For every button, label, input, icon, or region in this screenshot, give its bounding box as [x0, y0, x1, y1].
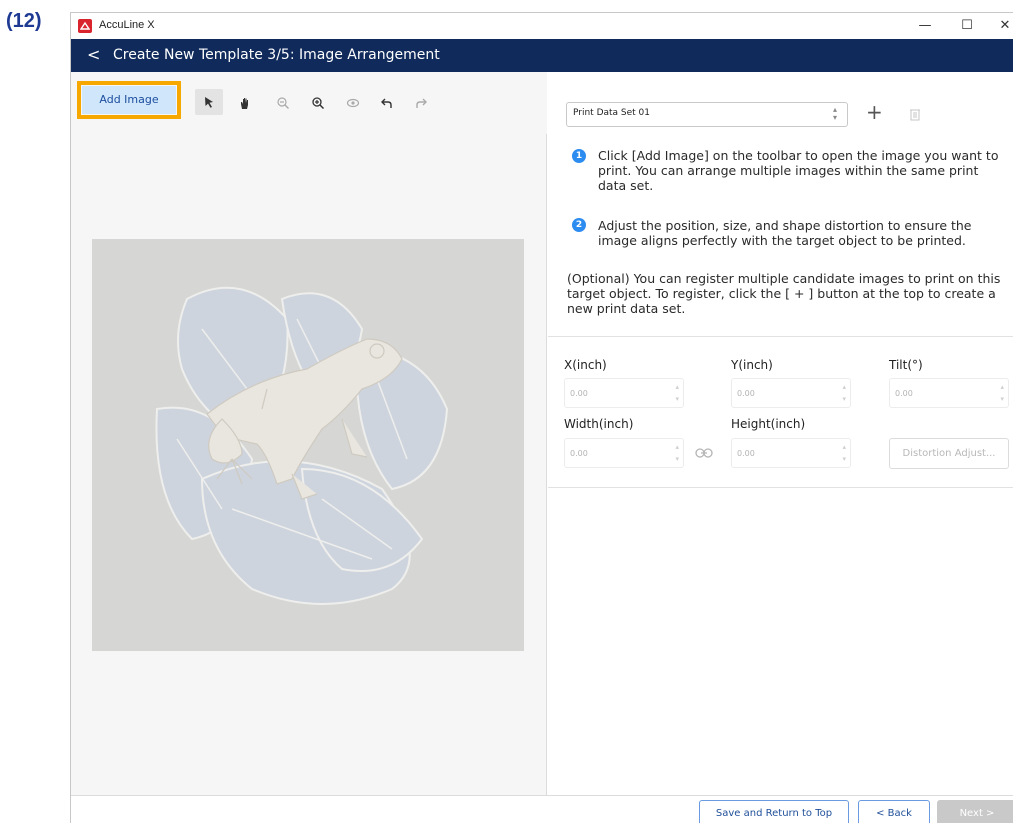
height-input[interactable]: 0.00 ▴ ▾: [731, 438, 851, 468]
decrement-icon[interactable]: ▾: [842, 396, 846, 403]
page-header: < Create New Template 3/5: Image Arrange…: [71, 39, 1013, 72]
app-logo-icon: [78, 19, 92, 33]
back-button[interactable]: < Back: [858, 800, 930, 823]
width-input[interactable]: 0.00 ▴ ▾: [564, 438, 684, 468]
x-label: X(inch): [564, 358, 607, 372]
app-window: AccuLine X — ☐ ✕ < Create New Template 3…: [70, 12, 1013, 823]
instruction-optional: (Optional) You can register multiple can…: [567, 271, 1001, 316]
settings-pane: Print Data Set 01 ▴ ▾ + 1 Click [Add Imag…: [548, 72, 1013, 795]
height-value: 0.00: [737, 449, 755, 458]
delete-data-set-icon[interactable]: [909, 106, 921, 121]
select-arrow-icon[interactable]: [195, 89, 223, 115]
x-value: 0.00: [570, 389, 588, 398]
print-data-set-select[interactable]: Print Data Set 01 ▴ ▾: [566, 102, 848, 127]
hand-pan-icon[interactable]: [235, 93, 255, 113]
save-and-return-button[interactable]: Save and Return to Top: [699, 800, 849, 823]
preview-eye-icon[interactable]: [343, 93, 363, 113]
y-value: 0.00: [737, 389, 755, 398]
width-value: 0.00: [570, 449, 588, 458]
distortion-adjust-button[interactable]: Distortion Adjust...: [889, 438, 1009, 469]
step-number-label: (12): [6, 10, 42, 32]
section-divider: [548, 487, 1013, 488]
footer-bar: Save and Return to Top < Back Next >: [71, 795, 1013, 823]
add-data-set-button[interactable]: +: [866, 100, 883, 124]
decrement-icon[interactable]: ▾: [675, 456, 679, 463]
close-button[interactable]: ✕: [993, 16, 1013, 36]
increment-icon[interactable]: ▴: [1000, 384, 1004, 391]
app-title: AccuLine X: [99, 19, 155, 31]
title-bar: AccuLine X — ☐ ✕: [71, 13, 1013, 39]
width-label: Width(inch): [564, 417, 634, 431]
next-button[interactable]: Next >: [937, 800, 1013, 823]
tilt-label: Tilt(°): [889, 358, 923, 372]
target-object-image: [92, 239, 524, 651]
height-label: Height(inch): [731, 417, 806, 431]
link-aspect-icon[interactable]: [695, 444, 713, 458]
x-input[interactable]: 0.00 ▴ ▾: [564, 378, 684, 408]
tilt-value: 0.00: [895, 389, 913, 398]
instruction-step-2: Adjust the position, size, and shape dis…: [598, 218, 972, 248]
decrement-icon[interactable]: ▾: [1000, 396, 1004, 403]
increment-icon[interactable]: ▴: [675, 444, 679, 451]
back-chevron-icon[interactable]: <: [87, 45, 100, 65]
image-toolbar: Add Image: [71, 72, 547, 134]
instruction-step-1: Click [Add Image] on the toolbar to open…: [598, 148, 999, 193]
page-title: Create New Template 3/5: Image Arrangeme…: [113, 47, 440, 63]
tilt-input[interactable]: 0.00 ▴ ▾: [889, 378, 1009, 408]
increment-icon[interactable]: ▴: [675, 384, 679, 391]
minimize-button[interactable]: —: [913, 16, 937, 36]
maximize-button[interactable]: ☐: [955, 16, 979, 36]
y-label: Y(inch): [731, 358, 773, 372]
undo-icon[interactable]: [377, 93, 397, 113]
zoom-in-icon[interactable]: [308, 93, 328, 113]
image-canvas-pane: Add Image: [71, 72, 547, 795]
step-1-badge: 1: [572, 149, 586, 163]
decrement-icon[interactable]: ▾: [675, 396, 679, 403]
print-data-set-value: Print Data Set 01: [573, 108, 651, 118]
add-image-button[interactable]: Add Image: [82, 86, 176, 114]
increment-icon[interactable]: ▴: [842, 444, 846, 451]
redo-icon[interactable]: [411, 93, 431, 113]
y-input[interactable]: 0.00 ▴ ▾: [731, 378, 851, 408]
step-2-badge: 2: [572, 218, 586, 232]
select-arrows-icon: ▴ ▾: [832, 105, 837, 122]
zoom-out-icon[interactable]: [273, 93, 293, 113]
increment-icon[interactable]: ▴: [842, 384, 846, 391]
decrement-icon[interactable]: ▾: [842, 456, 846, 463]
section-divider: [548, 336, 1013, 337]
